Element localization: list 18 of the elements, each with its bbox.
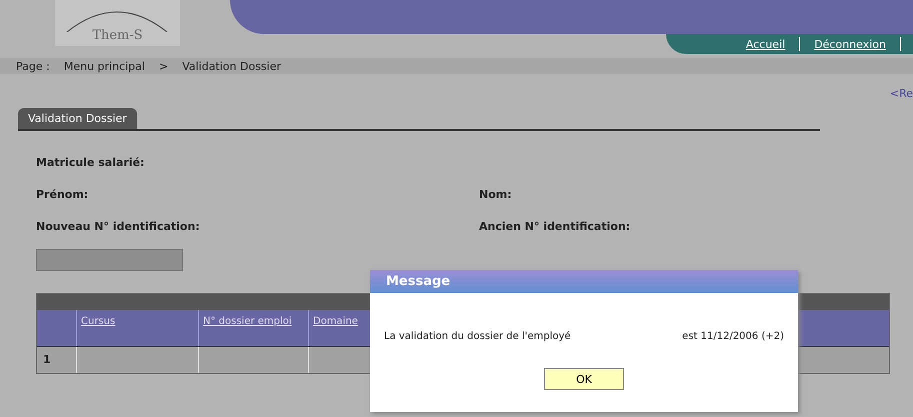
- nav-link[interactable]: Déconnexion: [814, 38, 886, 50]
- tab[interactable]: Validation Dossier: [18, 108, 137, 129]
- breadcrumb-item: Page :: [16, 60, 50, 72]
- breadcrumb-item: >: [158, 60, 168, 72]
- field-label: Nouveau N° identification:: [36, 220, 201, 232]
- field-label: Nom:: [479, 188, 512, 200]
- logo: Them-S: [55, 0, 180, 46]
- field-label: Matricule salarié:: [36, 156, 146, 168]
- table-cell: 1: [37, 347, 77, 373]
- back-link[interactable]: <Re: [890, 86, 913, 100]
- nav-link[interactable]: Accueil: [746, 38, 786, 50]
- dialog-message: est 11/12/2006 (+2): [682, 331, 784, 342]
- field-label: Ancien N° identification:: [479, 220, 630, 232]
- breadcrumb-item: Menu principal: [64, 60, 145, 72]
- field-label: Prénom:: [36, 188, 90, 200]
- dialog-title: Message: [370, 270, 798, 293]
- breadcrumb-item: Validation Dossier: [182, 60, 282, 72]
- ok-button[interactable]: OK: [544, 368, 624, 390]
